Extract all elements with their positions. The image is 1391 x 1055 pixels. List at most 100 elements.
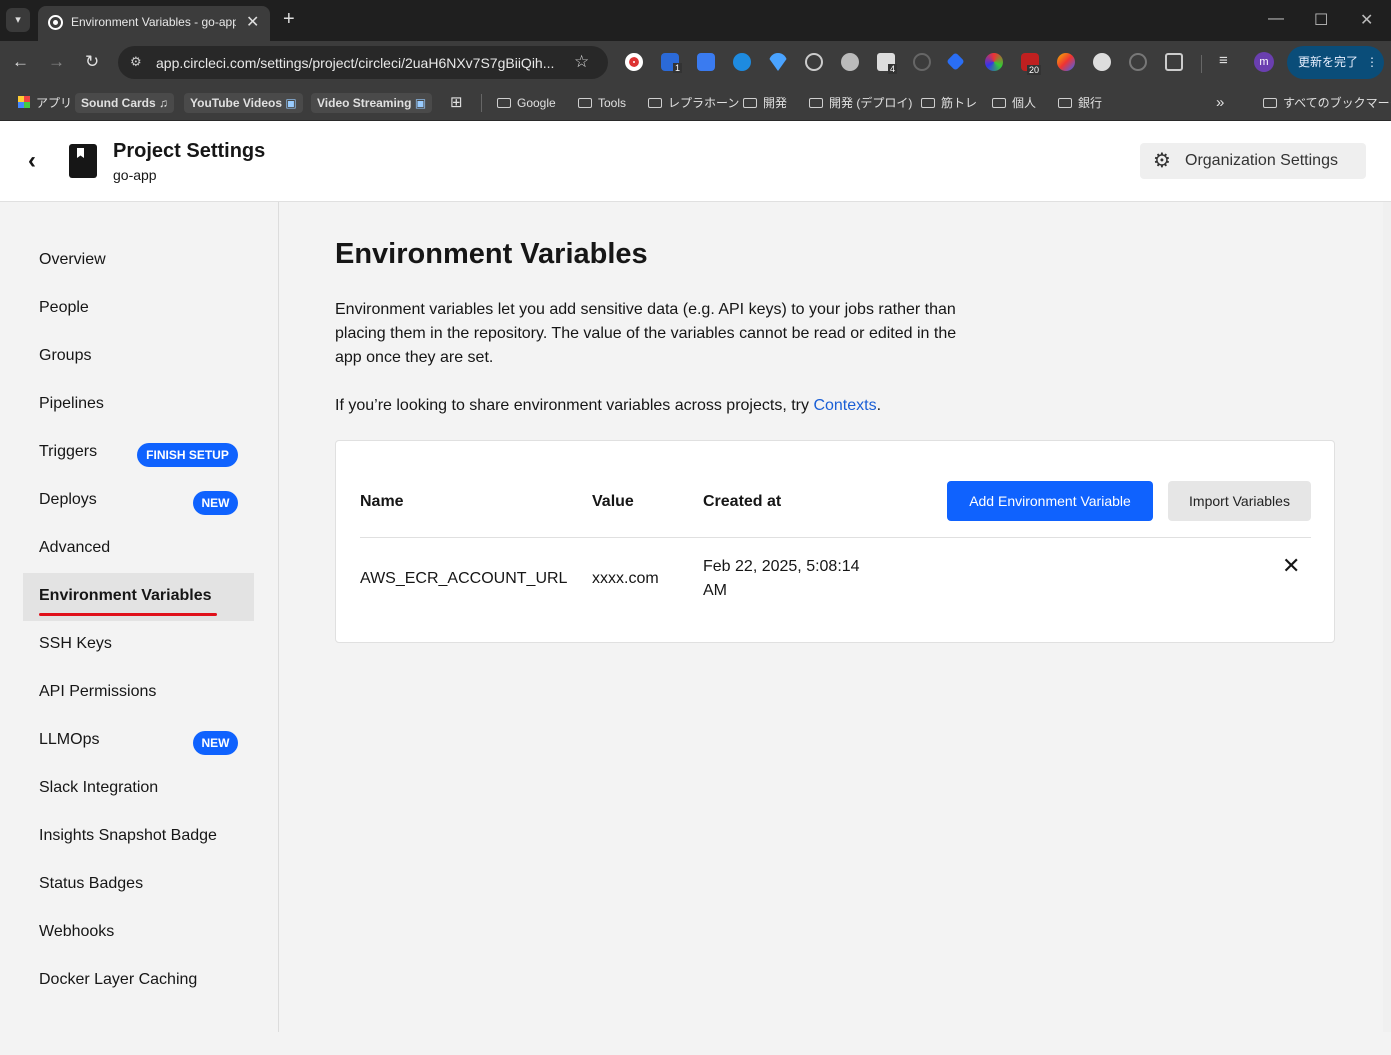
contexts-link[interactable]: Contexts: [813, 397, 876, 414]
sidebar-item-docker-layer-caching[interactable]: Docker Layer Caching: [23, 957, 254, 1005]
reading-list-icon[interactable]: ≡: [1219, 52, 1228, 69]
sidebar-item-slack-integration[interactable]: Slack Integration: [23, 765, 254, 813]
sidebar-item-groups[interactable]: Groups: [23, 333, 254, 381]
sidebar-item-webhooks[interactable]: Webhooks: [23, 909, 254, 957]
sidebar-item-label: Advanced: [39, 539, 111, 556]
forward-icon[interactable]: →: [48, 52, 65, 72]
extension-bookmark-icon[interactable]: [697, 53, 715, 71]
bookmark-folder-training[interactable]: 筋トレ: [921, 93, 977, 113]
reload-icon[interactable]: ↻: [85, 52, 99, 72]
extension-badge: 20: [1027, 65, 1042, 75]
back-icon[interactable]: ←: [12, 52, 29, 72]
bookmark-folder-leprechaun[interactable]: レプラホーン: [648, 93, 739, 113]
folder-icon: [1263, 98, 1277, 108]
browser-tab-active[interactable]: Environment Variables - go-app ✕: [38, 6, 270, 41]
extension-refresh-icon[interactable]: [913, 53, 931, 71]
sidebar-item-deploys[interactable]: Deploys NEW: [23, 477, 254, 525]
organization-settings-label: Organization Settings: [1185, 152, 1338, 169]
bookmark-label: Tools: [598, 96, 627, 110]
extension-diamond-icon[interactable]: [769, 53, 787, 71]
bookmark-folder-tools[interactable]: Tools: [578, 93, 626, 113]
delete-variable-close-icon[interactable]: ✕: [1282, 553, 1300, 579]
env-var-created-at: Feb 22, 2025, 5:08:14 AM: [703, 555, 860, 603]
site-info-icon[interactable]: ⚙: [130, 54, 142, 70]
env-var-value: xxxx.com: [592, 570, 659, 587]
sidebar-item-ssh-keys[interactable]: SSH Keys: [23, 621, 254, 669]
update-button[interactable]: 更新を完了 ⋮: [1287, 46, 1384, 79]
back-chevron-icon[interactable]: ‹: [28, 147, 36, 175]
bookmark-folder-bank[interactable]: 銀行: [1058, 93, 1102, 113]
extension-moon-icon[interactable]: [1129, 53, 1147, 71]
sidebar-item-overview[interactable]: Overview: [23, 237, 254, 285]
sidebar-item-label: People: [39, 299, 89, 316]
tab-groups-icon[interactable]: ⊞: [450, 93, 463, 113]
bookmark-label: Sound Cards: [81, 96, 156, 110]
gear-icon: ⚙: [1153, 150, 1171, 172]
extension-record-icon[interactable]: [625, 53, 643, 71]
sidebar-item-advanced[interactable]: Advanced: [23, 525, 254, 573]
extension-badge: 1: [673, 63, 683, 73]
extension-target-icon[interactable]: [805, 53, 823, 71]
toolbar-separator: [1201, 55, 1202, 73]
extension-cloud-icon[interactable]: [1093, 53, 1111, 71]
extensions-puzzle-icon[interactable]: [1165, 53, 1183, 71]
share-suffix: .: [876, 397, 882, 414]
bookmark-folder-dev[interactable]: 開発: [743, 93, 787, 113]
more-bookmarks-icon[interactable]: »: [1216, 93, 1224, 113]
maximize-icon[interactable]: ☐: [1314, 10, 1328, 30]
sidebar-item-insights-snapshot-badge[interactable]: Insights Snapshot Badge: [23, 813, 254, 861]
sidebar-item-triggers[interactable]: Triggers FINISH SETUP: [23, 429, 254, 477]
sidebar-item-label: Pipelines: [39, 395, 104, 412]
bookmark-label: すべてのブックマーク: [1283, 96, 1391, 110]
project-book-icon: [69, 144, 97, 178]
extension-color-icon[interactable]: [985, 53, 1003, 71]
extension-tag-icon[interactable]: [946, 52, 965, 71]
page-title: Project Settings: [113, 140, 266, 162]
sidebar-item-api-permissions[interactable]: API Permissions: [23, 669, 254, 717]
bookmark-sound-cards[interactable]: Sound Cards ♫: [75, 93, 175, 113]
bookmark-youtube-videos[interactable]: YouTube Videos ▣: [184, 93, 303, 113]
bookmark-label: 開発 (デプロイ): [829, 96, 913, 110]
url-text[interactable]: app.circleci.com/settings/project/circle…: [156, 55, 566, 71]
bookmark-star-icon[interactable]: ☆: [574, 52, 589, 72]
sidebar-item-status-badges[interactable]: Status Badges: [23, 861, 254, 909]
bookmark-label: 個人: [1012, 96, 1037, 110]
bookmark-folder-dev-deploy[interactable]: 開発 (デプロイ): [809, 93, 912, 113]
add-environment-variable-button[interactable]: Add Environment Variable: [947, 481, 1153, 521]
share-prefix: If you’re looking to share environment v…: [335, 397, 814, 414]
sidebar-item-label: SSH Keys: [39, 635, 112, 652]
new-tab-button[interactable]: +: [283, 8, 295, 31]
sidebar-item-llmops[interactable]: LLMOps NEW: [23, 717, 254, 765]
bookmark-folder-personal[interactable]: 個人: [992, 93, 1036, 113]
bookmark-folder-google[interactable]: Google: [497, 93, 556, 113]
page-scrollbar[interactable]: [1383, 202, 1391, 1032]
sidebar-item-label: Environment Variables: [39, 587, 212, 604]
bookmark-label: 開発: [763, 96, 788, 110]
sidebar-item-label: Status Badges: [39, 875, 144, 892]
sidebar-item-pipelines[interactable]: Pipelines: [23, 381, 254, 429]
more-menu-icon[interactable]: ⋮: [1366, 46, 1378, 79]
settings-sidebar: Overview People Groups Pipelines Trigger…: [0, 202, 279, 1032]
tab-search-chevron-icon[interactable]: ▾: [6, 8, 30, 32]
address-bar[interactable]: ⚙ app.circleci.com/settings/project/circ…: [118, 46, 608, 79]
extension-pinwheel-icon[interactable]: [1057, 53, 1075, 71]
sidebar-item-label: API Permissions: [39, 683, 157, 700]
sidebar-item-label: Docker Layer Caching: [39, 971, 198, 988]
minimize-icon[interactable]: —: [1268, 10, 1284, 28]
created-at-line2: AM: [703, 582, 727, 599]
sidebar-item-environment-variables[interactable]: Environment Variables: [23, 573, 254, 621]
import-variables-button[interactable]: Import Variables: [1168, 481, 1311, 521]
apps-grid-icon: [18, 96, 30, 108]
bookmark-apps[interactable]: アプリ: [18, 93, 72, 113]
bookmark-video-streaming[interactable]: Video Streaming ▣: [311, 93, 433, 113]
created-at-line1: Feb 22, 2025, 5:08:14: [703, 558, 860, 575]
window-close-icon[interactable]: ✕: [1360, 10, 1373, 30]
profile-avatar[interactable]: m: [1254, 52, 1274, 72]
sidebar-item-people[interactable]: People: [23, 285, 254, 333]
browser-toolbar: ← → ↻ ⚙ app.circleci.com/settings/projec…: [0, 41, 1391, 85]
tab-close-icon[interactable]: ✕: [246, 12, 259, 32]
extension-gear-icon[interactable]: [841, 53, 859, 71]
extension-sync-icon[interactable]: [733, 53, 751, 71]
organization-settings-button[interactable]: ⚙ Organization Settings: [1140, 143, 1366, 179]
all-bookmarks-folder[interactable]: すべてのブックマーク: [1263, 93, 1391, 113]
